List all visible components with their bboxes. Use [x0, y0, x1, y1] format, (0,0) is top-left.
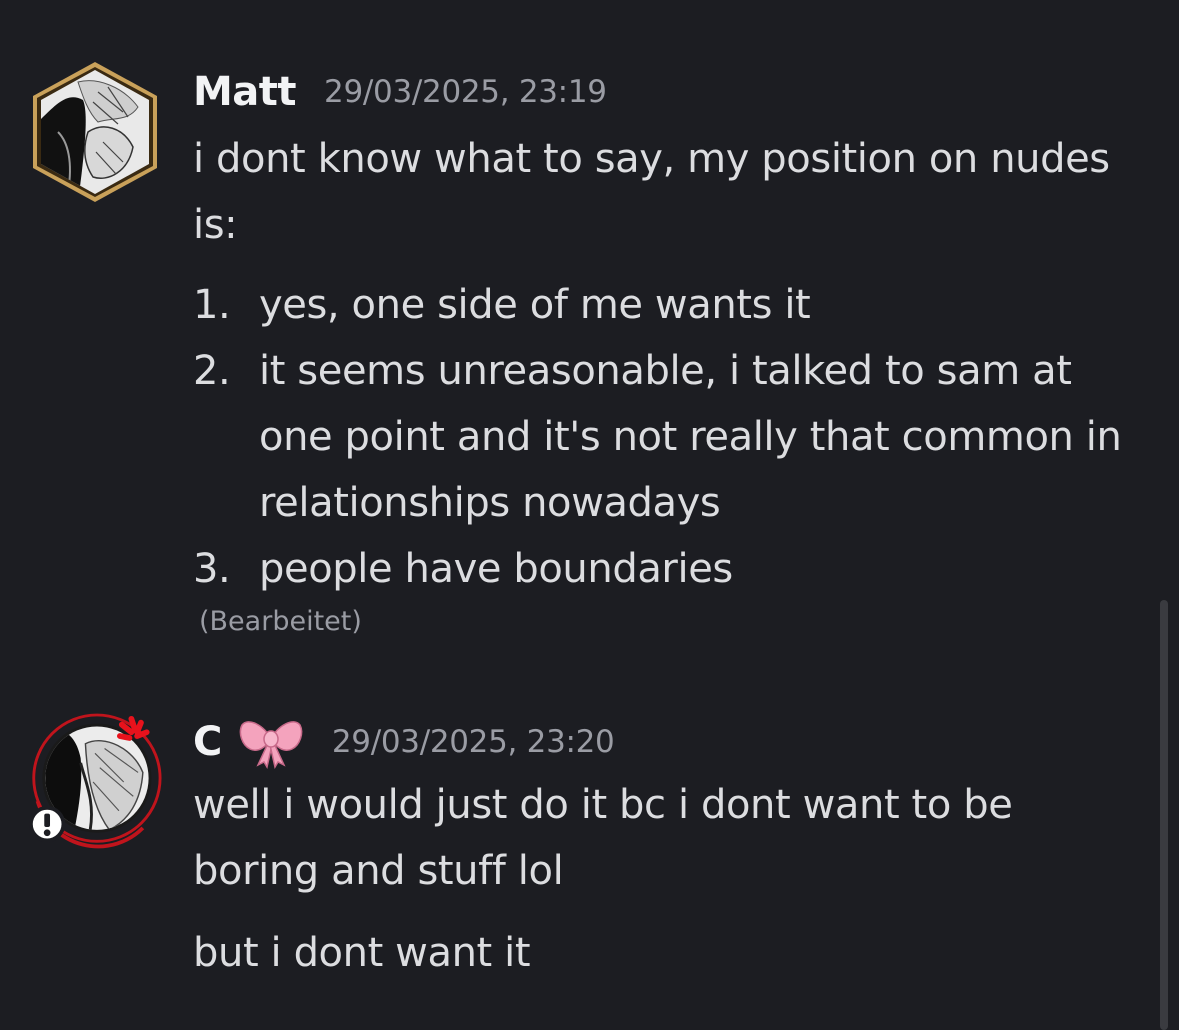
message-content: C 29/03/2025, 23:20 well i would just do… [193, 712, 1143, 986]
scrollbar[interactable] [1160, 600, 1168, 1030]
list-item-text: yes, one side of me wants it [259, 282, 811, 328]
message-text: well i would just do it bc i dont want t… [193, 782, 1013, 894]
pink-bow-icon [239, 721, 303, 769]
timestamp: 29/03/2025, 23:20 [331, 724, 615, 760]
list-number: 2. [193, 348, 231, 394]
list-item-text: people have boundaries [259, 546, 733, 592]
message-header: Matt 29/03/2025, 23:19 [193, 62, 1143, 122]
username[interactable]: C [193, 719, 222, 765]
message-text: but i dont want it [193, 930, 531, 976]
username[interactable]: Matt [193, 69, 297, 115]
list-item: 1. yes, one side of me wants it [193, 272, 1143, 338]
timestamp: 29/03/2025, 23:19 [324, 74, 607, 110]
message-text: i dont know what to say, my position on … [193, 136, 1110, 248]
message-content: Matt 29/03/2025, 23:19 i dont know what … [193, 62, 1143, 637]
numbered-list: 1. yes, one side of me wants it 2. it se… [193, 272, 1143, 602]
list-number: 1. [193, 282, 231, 328]
user-avatar[interactable] [28, 712, 162, 852]
list-number: 3. [193, 546, 231, 592]
edited-label: (Bearbeitet) [199, 606, 362, 637]
list-item: 2. it seems unreasonable, i talked to sa… [193, 338, 1143, 536]
user-avatar[interactable] [28, 62, 162, 202]
list-item: 3. people have boundaries [193, 536, 1143, 602]
list-item-text: it seems unreasonable, i talked to sam a… [259, 348, 1122, 526]
message-header: C 29/03/2025, 23:20 [193, 712, 1143, 772]
chat-log: Matt 29/03/2025, 23:19 i dont know what … [0, 0, 1179, 1030]
